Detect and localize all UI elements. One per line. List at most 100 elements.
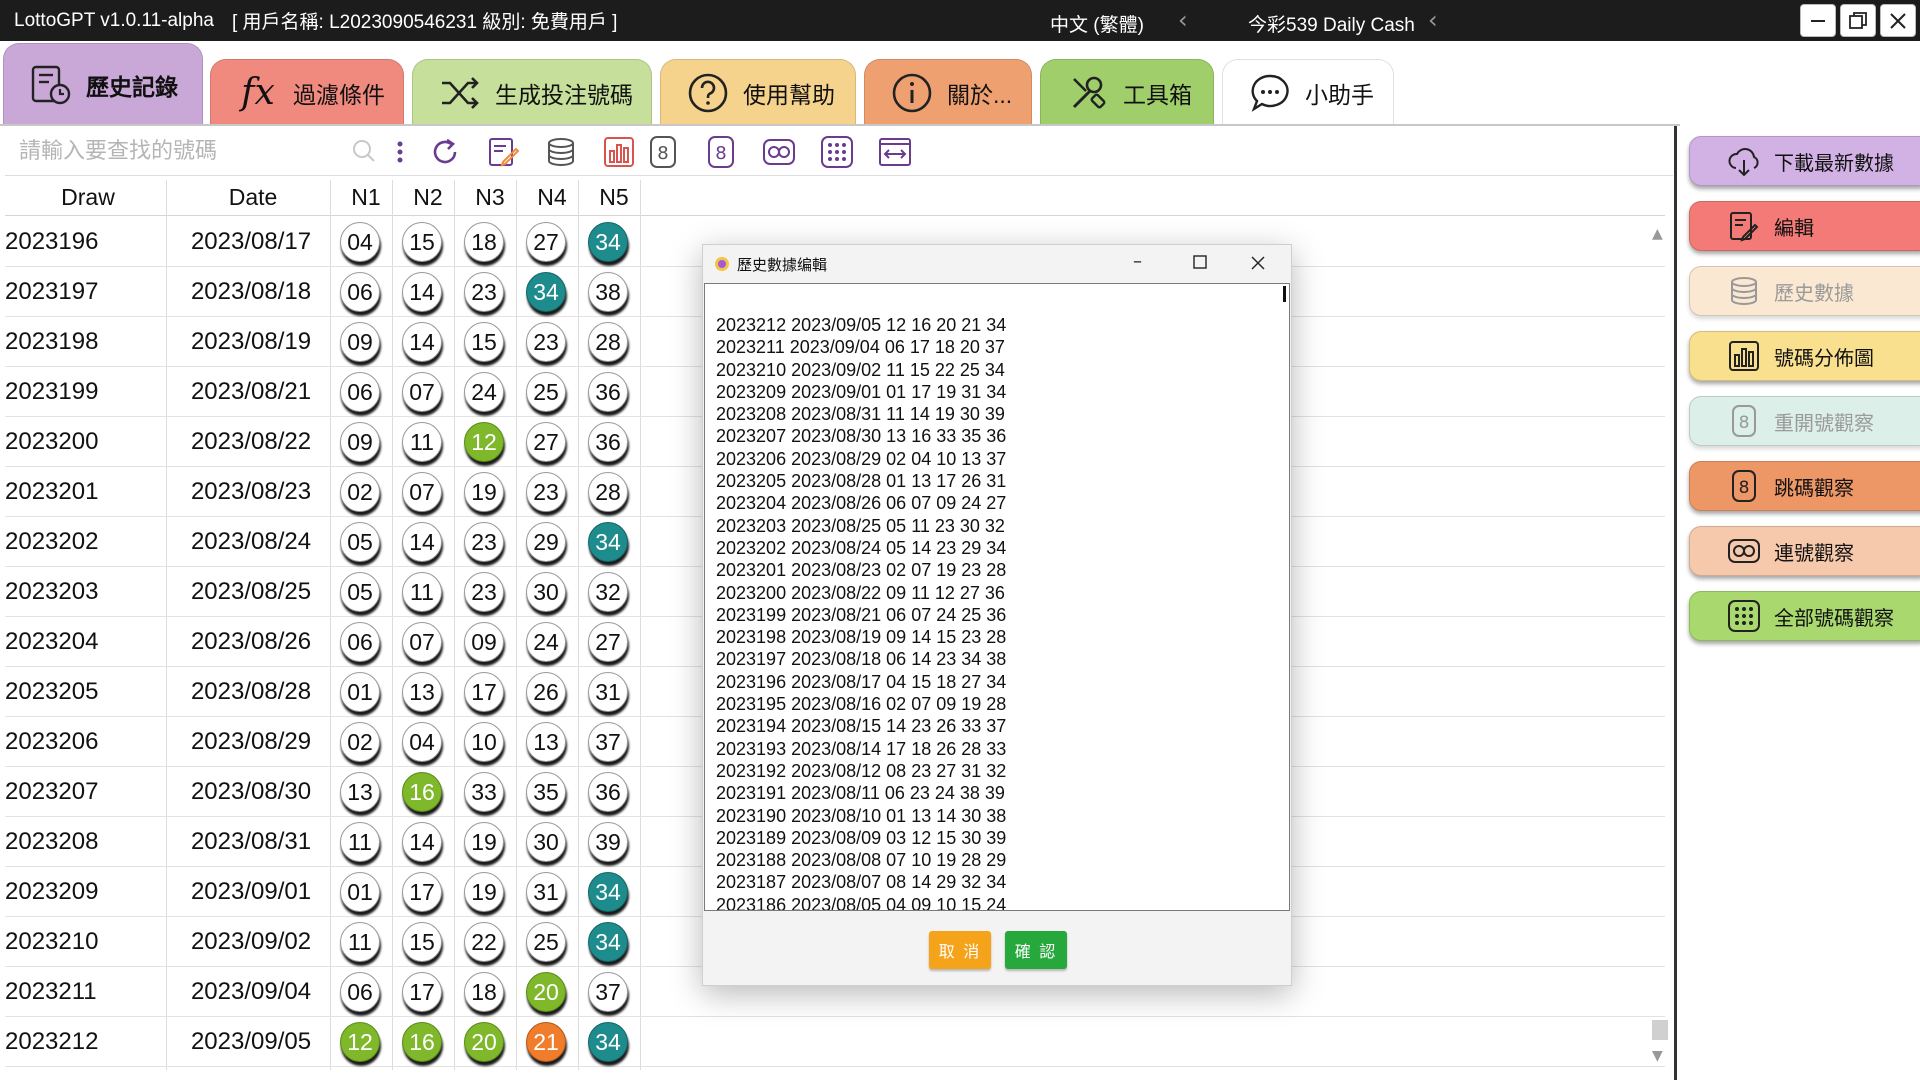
cancel-button[interactable]: 取 消 [929,931,991,969]
draw-number: 2023202 [5,528,99,555]
text-line: 2023192 2023/08/12 08 23 27 31 32 [716,760,1007,781]
header-draw[interactable]: Draw [5,184,171,211]
text-line: 2023198 2023/08/19 09 14 15 23 28 [716,627,1007,648]
draw-date: 2023/09/04 [190,978,312,1005]
scrollbar-thumb[interactable] [1652,1020,1668,1040]
scroll-up-icon[interactable]: ▲ [1652,226,1663,242]
header-n5[interactable]: N5 [583,184,645,211]
dialog-close-icon[interactable] [1251,254,1265,275]
header-date[interactable]: Date [171,184,335,211]
number-ball: 07 [402,622,442,662]
restore-button[interactable] [1840,4,1876,37]
text-line: 2023191 2023/08/11 06 23 24 38 39 [716,783,1005,804]
tab-about[interactable]: 關於... [864,59,1032,125]
skip-number-icon: 8 [1724,466,1764,506]
number-ball: 07 [402,472,442,512]
more-options-icon[interactable] [390,132,410,172]
draw-number: 2023210 [5,928,99,955]
user-info: [ 用戶名稱: L2023090546231 級別: 免費用戶 ] [231,12,618,33]
database-icon[interactable] [541,132,581,172]
text-line: 2023202 2023/08/24 05 14 23 29 34 [716,537,1007,558]
text-line: 2023201 2023/08/23 02 07 19 23 28 [716,560,1007,581]
number-ball: 23 [526,472,566,512]
game-selector[interactable]: 今彩539 Daily Cash [1248,10,1415,37]
skip-number-button[interactable]: 8 跳碼觀察 [1689,461,1920,511]
scroll-down-icon[interactable]: ▼ [1652,1048,1663,1064]
header-n3[interactable]: N3 [459,184,521,211]
table-scrollbar[interactable]: ▲ ▼ [1650,222,1670,1072]
bar-chart-icon[interactable] [599,132,639,172]
table-row[interactable]: 2023212 2023/09/05 12 16 20 21 34 [5,1017,1665,1067]
search-icon[interactable] [345,132,385,172]
edit-button[interactable]: 編輯 [1689,201,1920,251]
number-ball: 17 [464,672,504,712]
all-numbers-button[interactable]: 全部號碼觀察 [1689,591,1920,641]
title-bar: LottoGPT v1.0.11-alpha [ 用戶名稱: L20230905… [0,0,1920,41]
number-ball: 09 [340,322,380,362]
tab-assistant[interactable]: 小助手 [1222,59,1394,125]
number-ball: 14 [402,272,442,312]
draw-date: 2023/08/28 [190,678,312,705]
text-line: 2023193 2023/08/14 17 18 26 28 33 [716,738,1007,759]
number-ball: 11 [340,922,380,962]
edit-icon [1724,206,1764,246]
minimize-button[interactable] [1800,4,1836,37]
dialog-minimize-icon[interactable]: – [1133,251,1142,272]
number-ball: 35 [526,772,566,812]
number-ball: 25 [526,372,566,412]
language-selector[interactable]: 中文 (繁體) [1050,10,1144,37]
number-ball: 37 [588,972,628,1012]
restore-icon [1849,11,1867,29]
header-n2[interactable]: N2 [397,184,459,211]
text-line: 2023187 2023/08/07 08 14 29 32 34 [716,872,1007,893]
number-ball: 07 [402,372,442,412]
number-ball: 14 [402,522,442,562]
cloud-download-button[interactable]: 下載最新數據 [1689,136,1920,186]
header-n1[interactable]: N1 [335,184,397,211]
tab-history[interactable]: 歷史記錄 [3,43,203,125]
number-ball: 24 [464,372,504,412]
number-ball: 30 [526,572,566,612]
history-data-textarea[interactable]: 2023212 2023/09/05 12 16 20 21 34 2023211… [704,283,1290,911]
number-ball: 23 [464,272,504,312]
tab-filter-conditions[interactable]: fx 過濾條件 [210,59,404,125]
button-label: 重開號觀察 [1774,412,1874,435]
language-prev-icon[interactable]: ‹ [1178,6,1188,34]
draw-date: 2023/08/29 [190,728,312,755]
tab-label: 小助手 [1305,81,1374,108]
database-button[interactable]: 歷史數據 [1689,266,1920,316]
repeat-number-button[interactable]: 8 重開號觀察 [1689,396,1920,446]
search-input[interactable] [5,130,385,172]
expand-width-icon[interactable] [875,132,915,172]
all-numbers-icon [1724,596,1764,636]
number-ball: 12 [464,422,504,462]
draw-date: 2023/08/30 [190,778,312,805]
bar-chart-button[interactable]: 號碼分佈圖 [1689,331,1920,381]
draw-date: 2023/08/23 [190,478,312,505]
tab-label: 歷史記錄 [86,73,178,100]
number-ball: 38 [588,272,628,312]
edit-icon[interactable] [483,132,523,172]
skip-number-icon[interactable]: 8 [701,132,741,172]
number-ball: 02 [340,722,380,762]
repeat-number-icon[interactable]: 8 [643,132,683,172]
number-ball: 09 [340,422,380,462]
dialog-maximize-icon[interactable] [1193,253,1207,274]
draw-number: 2023205 [5,678,99,705]
consecutive-icon[interactable] [759,132,799,172]
number-ball: 13 [402,672,442,712]
text-line: 2023194 2023/08/15 14 23 26 33 37 [716,716,1007,737]
tab-generate-numbers[interactable]: 生成投注號碼 [412,59,652,125]
refresh-icon[interactable] [425,132,465,172]
header-n4[interactable]: N4 [521,184,583,211]
draw-number: 2023208 [5,828,99,855]
consecutive-button[interactable]: 連號觀察 [1689,526,1920,576]
tab-toolbox[interactable]: 工具箱 [1040,59,1214,125]
game-prev-icon[interactable]: ‹ [1428,6,1438,34]
all-numbers-icon[interactable] [817,132,857,172]
close-button[interactable] [1880,4,1916,37]
number-ball: 06 [340,272,380,312]
confirm-button[interactable]: 確 認 [1005,931,1067,969]
tab-help[interactable]: 使用幫助 [660,59,856,125]
draw-date: 2023/08/19 [190,328,312,355]
